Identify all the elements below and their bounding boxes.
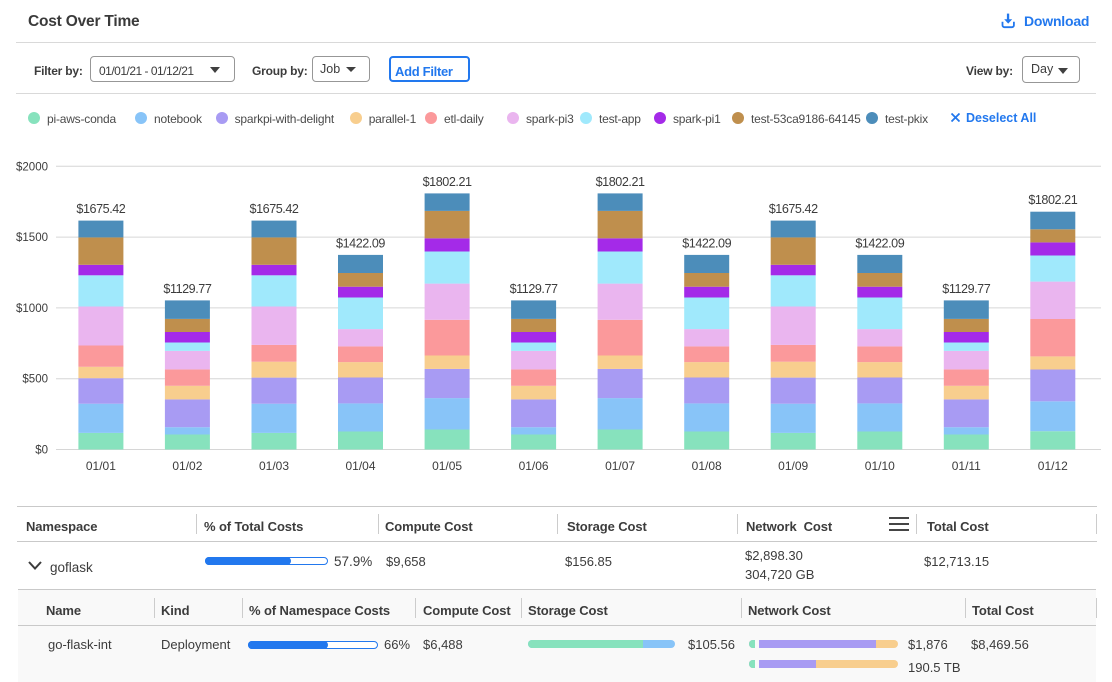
- svg-text:01/05: 01/05: [432, 459, 462, 473]
- svg-text:01/04: 01/04: [345, 459, 375, 473]
- svg-text:01/01: 01/01: [86, 459, 116, 473]
- svg-text:01/11: 01/11: [952, 459, 981, 473]
- svg-text:01/10: 01/10: [865, 459, 895, 473]
- svg-text:01/08: 01/08: [692, 459, 722, 473]
- svg-text:$1500: $1500: [16, 232, 48, 244]
- svg-text:$1802.21: $1802.21: [423, 175, 472, 189]
- svg-text:$2000: $2000: [16, 161, 48, 173]
- svg-text:$1675.42: $1675.42: [250, 202, 299, 216]
- svg-text:01/02: 01/02: [172, 459, 202, 473]
- svg-text:01/06: 01/06: [519, 459, 549, 473]
- svg-text:01/03: 01/03: [259, 459, 289, 473]
- svg-text:$1675.42: $1675.42: [769, 202, 818, 216]
- svg-text:$1422.09: $1422.09: [855, 236, 904, 250]
- svg-text:$0: $0: [35, 445, 48, 457]
- svg-text:$1129.77: $1129.77: [163, 282, 211, 296]
- svg-text:$1802.21: $1802.21: [596, 175, 645, 189]
- svg-text:$500: $500: [22, 374, 48, 386]
- svg-text:$1675.42: $1675.42: [76, 202, 125, 216]
- svg-text:$1422.09: $1422.09: [336, 236, 385, 250]
- svg-text:$1129.77: $1129.77: [942, 282, 990, 296]
- svg-text:$1802.21: $1802.21: [1028, 193, 1077, 207]
- svg-text:01/12: 01/12: [1038, 459, 1068, 473]
- svg-text:$1129.77: $1129.77: [510, 282, 558, 296]
- svg-text:$1000: $1000: [16, 303, 48, 315]
- svg-text:01/07: 01/07: [605, 459, 635, 473]
- svg-text:$1422.09: $1422.09: [682, 236, 731, 250]
- svg-text:01/09: 01/09: [778, 459, 808, 473]
